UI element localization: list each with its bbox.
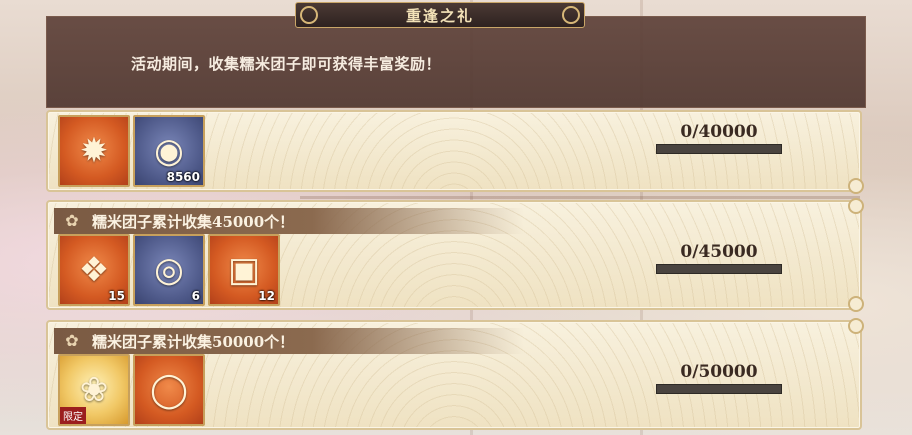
reward-quantity: 15 (108, 289, 125, 303)
progress-text: 0/50000 (680, 362, 758, 382)
mirror-icon: ◯ (149, 370, 189, 410)
event-description: 活动期间，收集糯米团子即可获得丰富奖励！ (131, 55, 442, 73)
reward-slot-mirror[interactable]: ◯ (133, 354, 205, 426)
charm-icon: ✹ (79, 131, 109, 171)
corner-ornament-icon (848, 318, 864, 334)
task-title: 糯米团子累计收集50000个！ (92, 332, 295, 351)
reward-list: ❀ 限定 ◯ (58, 354, 205, 426)
task-progress: 0/50000 (656, 362, 782, 394)
task-progress: 0/45000 (656, 242, 782, 274)
reward-slot-talisman[interactable]: ❖ 15 (58, 234, 130, 306)
flower-icon: ✿ (65, 211, 79, 230)
event-title: 重逢之礼 (405, 6, 474, 25)
reward-quantity: 6 (191, 289, 200, 303)
reward-slot-eye-demon[interactable]: ◎ 6 (133, 234, 205, 306)
limited-badge: 限定 (60, 407, 86, 424)
task-header: ✿ 糯米团子累计收集45000个！ (54, 208, 524, 234)
background-beam (300, 196, 860, 199)
corner-ornament-icon (848, 198, 864, 214)
corner-ornament-icon (848, 296, 864, 312)
flower-icon: ✿ (65, 331, 79, 350)
task-header: ✿ 糯米团子累计收集50000个！ (54, 328, 524, 354)
reward-slot-gift-box[interactable]: ▣ 12 (208, 234, 280, 306)
event-title-banner: 重逢之礼 (295, 2, 585, 28)
task-card-40000: ✹ ◉ 8560 0/40000 (46, 110, 864, 194)
reward-slot-card[interactable]: ❀ 限定 (58, 354, 130, 426)
progress-text: 0/45000 (680, 242, 758, 262)
reward-list: ✹ ◉ 8560 (58, 115, 205, 187)
task-card-45000: ✿ 糯米团子累计收集45000个！ ❖ 15 ◎ 6 ▣ 12 0/45000 (46, 198, 864, 312)
progress-bar (656, 144, 782, 154)
reward-quantity: 8560 (166, 170, 200, 184)
reward-slot-charm[interactable]: ✹ (58, 115, 130, 187)
reward-quantity: 12 (258, 289, 275, 303)
task-card-50000: ✿ 糯米团子累计收集50000个！ ❀ 限定 ◯ 0/50000 (46, 318, 864, 430)
progress-bar (656, 384, 782, 394)
banner-ornament-icon (300, 6, 318, 24)
progress-text: 0/40000 (680, 122, 758, 142)
event-description-panel: 活动期间，收集糯米团子即可获得丰富奖励！ (46, 16, 866, 108)
task-progress: 0/40000 (656, 122, 782, 154)
reward-list: ❖ 15 ◎ 6 ▣ 12 (58, 234, 280, 306)
banner-ornament-icon (562, 6, 580, 24)
task-title: 糯米团子累计收集45000个！ (92, 212, 295, 231)
corner-ornament-icon (848, 178, 864, 194)
progress-bar (656, 264, 782, 274)
reward-slot-coin[interactable]: ◉ 8560 (133, 115, 205, 187)
